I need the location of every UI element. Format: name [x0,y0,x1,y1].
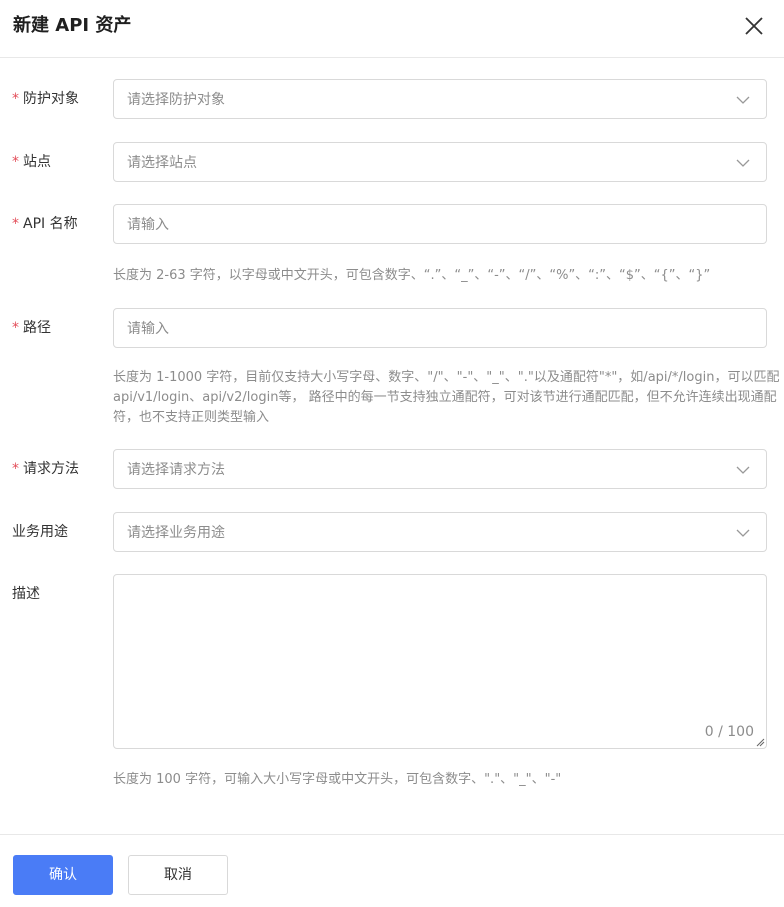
site-select[interactable]: 请选择站点 [113,142,767,182]
purpose-select[interactable]: 请选择业务用途 [113,512,767,552]
description-hint: 长度为 100 字符，可输入大小写字母或中文开头，可包含数字、"."、"_"、"… [113,772,562,787]
method-label: * 请求方法 [12,461,79,477]
protect-target-select[interactable]: 请选择防护对象 [113,79,767,119]
path-hint: 长度为 1-1000 字符，目前仅支持大小写字母、数字、"/"、"-"、"_"、… [113,370,780,425]
chevron-down-icon [736,466,750,474]
dialog-title: 新建 API 资产 [13,15,132,36]
purpose-placeholder: 请选择业务用途 [127,525,225,541]
api-name-placeholder: 请输入 [127,217,169,233]
dialog-header: 新建 API 资产 [0,0,784,58]
chevron-down-icon [736,159,750,167]
site-placeholder: 请选择站点 [127,155,197,171]
description-label: 描述 [12,586,40,602]
site-label: * 站点 [12,154,51,170]
protect-target-label: * 防护对象 [12,91,79,107]
description-textarea[interactable]: 0 / 100 [113,574,767,749]
method-select[interactable]: 请选择请求方法 [113,449,767,489]
purpose-label: 业务用途 [12,524,68,540]
required-mark: * [12,91,19,107]
chevron-down-icon [736,96,750,104]
method-placeholder: 请选择请求方法 [127,462,225,478]
character-counter: 0 / 100 [704,724,754,740]
path-label: * 路径 [12,320,51,336]
protect-target-placeholder: 请选择防护对象 [127,92,225,108]
resize-handle-icon[interactable] [756,738,765,747]
chevron-down-icon [736,529,750,537]
api-name-input[interactable]: 请输入 [113,204,767,244]
path-placeholder: 请输入 [127,321,169,337]
required-mark: * [12,216,19,232]
required-mark: * [12,320,19,336]
api-name-label: * API 名称 [12,216,78,232]
api-name-hint: 长度为 2-63 字符，以字母或中文开头，可包含数字、“.”、“_”、“-”、“… [113,268,711,283]
cancel-button[interactable]: 取消 [128,855,228,895]
required-mark: * [12,461,19,477]
footer-divider [0,834,784,835]
confirm-button[interactable]: 确认 [13,855,113,895]
path-input[interactable]: 请输入 [113,308,767,348]
required-mark: * [12,154,19,170]
close-icon[interactable] [742,14,766,38]
